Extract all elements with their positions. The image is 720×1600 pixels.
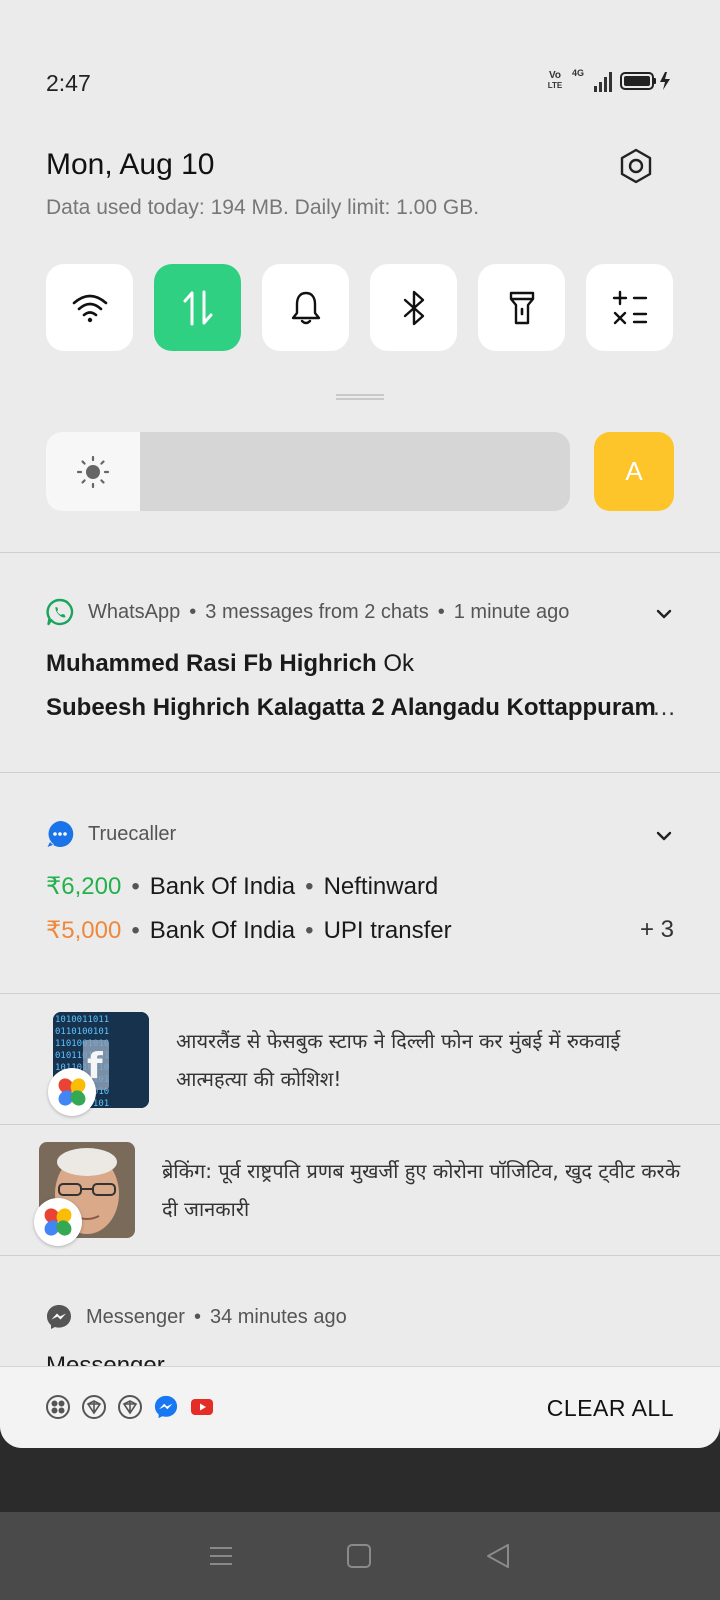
- whatsapp-header: WhatsApp • 3 messages from 2 chats • 1 m…: [46, 598, 569, 626]
- message-line: Muhammed Rasi Fb Highrich Ok: [46, 650, 415, 677]
- back-icon[interactable]: [484, 1542, 512, 1570]
- transaction-row: ₹5,000 • Bank Of India • UPI transfer: [46, 917, 452, 944]
- auto-brightness-button[interactable]: A: [594, 432, 674, 511]
- sound-tile[interactable]: [262, 264, 349, 351]
- calculator-tile[interactable]: [586, 264, 673, 351]
- bluetooth-tile[interactable]: [370, 264, 457, 351]
- svg-text:1010011011: 1010011011: [55, 1015, 109, 1025]
- divider: [0, 993, 720, 994]
- notification-footer: CLEAR ALL: [0, 1366, 720, 1448]
- more-count: + 3: [639, 916, 674, 943]
- mobile-data-icon: [183, 290, 212, 325]
- home-icon[interactable]: [346, 1543, 372, 1569]
- news-app-badge-icon: [48, 1068, 96, 1116]
- chevron-down-icon[interactable]: [654, 604, 674, 624]
- calculator-icon: [612, 290, 647, 324]
- news-headline: ब्रेकिंग: पूर्व राष्ट्रपति प्रणब मुखर्जी…: [162, 1159, 681, 1221]
- status-time: 2:47: [46, 70, 91, 96]
- volte-icon: Vo LTE: [547, 70, 563, 91]
- wifi-tile[interactable]: [46, 264, 133, 351]
- battery-icon: [620, 72, 670, 90]
- messenger-icon: [154, 1395, 178, 1419]
- youtube-icon: [191, 1399, 213, 1415]
- overflow-ellipsis: …: [652, 694, 676, 721]
- sketch-app-icon: [118, 1395, 142, 1419]
- truecaller-icon: [47, 820, 74, 847]
- quick-settings-tiles: [46, 264, 673, 351]
- flashlight-tile[interactable]: [478, 264, 565, 351]
- date-label: Mon, Aug 10: [46, 148, 215, 181]
- sketch-app-icon: [82, 1395, 106, 1419]
- divider: [0, 1255, 720, 1256]
- overflow-app-icons: [46, 1395, 214, 1419]
- divider: [0, 1124, 720, 1125]
- news-headline: आयरलैंड से फेसबुक स्टाफ ने दिल्ली फोन कर…: [176, 1029, 621, 1091]
- news-app-icon: [46, 1395, 70, 1419]
- wifi-icon: [72, 294, 107, 322]
- data-usage-text: Data used today: 194 MB. Daily limit: 1.…: [46, 196, 480, 219]
- mobile-data-tile[interactable]: [154, 264, 241, 351]
- system-navigation-bar: [0, 1512, 720, 1600]
- notification-shade: 2:47 Vo LTE 4G Mon, Aug 10 Data used tod…: [0, 0, 720, 1448]
- bell-icon: [291, 291, 320, 324]
- whatsapp-icon: [46, 598, 74, 626]
- svg-text:0110100101: 0110100101: [55, 1027, 109, 1037]
- flashlight-icon: [509, 291, 534, 324]
- menu-icon[interactable]: [208, 1544, 234, 1568]
- sun-icon: [76, 455, 110, 488]
- settings-gear-icon[interactable]: [618, 148, 654, 184]
- transaction-row: ₹6,200 • Bank Of India • Neftinward: [46, 873, 439, 900]
- brightness-slider[interactable]: [46, 432, 570, 511]
- messenger-header: Messenger • 34 minutes ago: [46, 1304, 347, 1330]
- news-app-badge-icon: [34, 1198, 82, 1246]
- brightness-fill: [46, 432, 140, 511]
- clear-all-button[interactable]: CLEAR ALL: [547, 1395, 674, 1422]
- chevron-down-icon[interactable]: [654, 826, 674, 846]
- divider: [0, 772, 720, 773]
- truecaller-header: Truecaller: [46, 820, 176, 848]
- signal-icon: 4G: [572, 68, 612, 92]
- bluetooth-icon: [403, 290, 424, 325]
- message-line: Subeesh Highrich Kalagatta 2 Alangadu Ko…: [46, 694, 656, 721]
- divider: [0, 552, 720, 553]
- drag-handle[interactable]: [336, 394, 384, 400]
- status-icons: Vo LTE 4G: [546, 68, 674, 92]
- messenger-icon: [47, 1305, 71, 1329]
